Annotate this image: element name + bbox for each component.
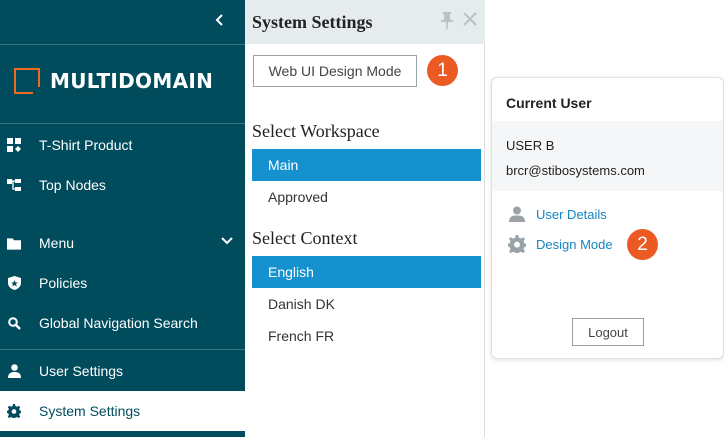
sidebar-divider xyxy=(0,123,245,124)
select-workspace-title: Select Workspace xyxy=(252,121,380,141)
user-icon xyxy=(7,364,21,378)
current-user-card: Current User USER B brcr@stibosystems.co… xyxy=(491,77,724,359)
sidebar-item-system-settings[interactable]: System Settings xyxy=(0,391,245,431)
sidebar-item-label: Menu xyxy=(39,235,75,251)
sidebar: MULTIDOMAIN T-Shirt Product Top Nodes Me… xyxy=(0,0,245,437)
chevron-left-icon xyxy=(215,14,223,26)
sidebar-item-label: Top Nodes xyxy=(39,177,106,193)
design-mode-link[interactable]: Design Mode xyxy=(508,235,613,253)
user-details-link[interactable]: User Details xyxy=(508,205,607,223)
callout-badge: 2 xyxy=(627,229,658,260)
select-context-title: Select Context xyxy=(252,228,358,248)
search-icon xyxy=(7,316,21,330)
close-icon xyxy=(463,12,477,26)
user-name: USER B xyxy=(506,138,555,153)
logo-mark-icon xyxy=(14,68,41,95)
workspace-option-main[interactable]: Main xyxy=(252,149,481,181)
pin-button[interactable] xyxy=(441,12,453,35)
sidebar-item-global-navigation-search[interactable]: Global Navigation Search xyxy=(0,303,245,343)
design-mode-label: Design Mode xyxy=(536,236,613,252)
gear-icon xyxy=(7,404,21,418)
context-option-danish-dk[interactable]: Danish DK xyxy=(252,288,481,320)
panel-title: System Settings xyxy=(252,12,373,32)
sidebar-item-label: T-Shirt Product xyxy=(39,137,133,153)
gear-icon xyxy=(508,235,526,253)
user-info-section xyxy=(492,121,723,191)
user-details-label: User Details xyxy=(536,206,607,222)
logout-button[interactable]: Logout xyxy=(572,318,644,346)
sidebar-item-label: Policies xyxy=(39,275,88,291)
sidebar-item-top-nodes[interactable]: Top Nodes xyxy=(0,165,245,205)
sidebar-item-label: Global Navigation Search xyxy=(39,315,198,331)
context-option-english[interactable]: English xyxy=(252,256,481,288)
folder-icon xyxy=(7,236,21,250)
sidebar-divider xyxy=(0,349,245,350)
shield-icon xyxy=(7,276,21,290)
user-email: brcr@stibosystems.com xyxy=(506,163,645,178)
sidebar-item-label: System Settings xyxy=(39,403,141,419)
system-settings-panel: System Settings Web UI Design Mode 1 Sel… xyxy=(245,0,485,437)
sidebar-item-t-shirt-product[interactable]: T-Shirt Product xyxy=(0,125,245,165)
panel-header: System Settings xyxy=(245,0,485,44)
callout-badge: 1 xyxy=(427,55,458,86)
pin-icon xyxy=(441,12,453,30)
sidebar-item-policies[interactable]: Policies xyxy=(0,263,245,303)
tree-icon xyxy=(7,178,21,192)
context-option-french-fr[interactable]: French FR xyxy=(252,320,481,352)
logo-text: MULTIDOMAIN xyxy=(50,69,214,93)
product-icon xyxy=(7,138,21,152)
web-ui-design-mode-button[interactable]: Web UI Design Mode xyxy=(253,55,417,87)
user-icon xyxy=(508,205,526,223)
sidebar-item-user-settings[interactable]: User Settings xyxy=(0,351,245,391)
collapse-sidebar-button[interactable] xyxy=(210,8,230,32)
current-user-title: Current User xyxy=(506,95,592,111)
workspace-option-approved[interactable]: Approved xyxy=(252,181,481,213)
sidebar-divider xyxy=(0,44,245,45)
close-panel-button[interactable] xyxy=(463,12,477,31)
sidebar-item-menu[interactable]: Menu xyxy=(0,223,245,263)
app-logo: MULTIDOMAIN xyxy=(14,68,214,95)
chevron-down-icon xyxy=(221,237,233,245)
sidebar-item-label: User Settings xyxy=(39,363,124,379)
